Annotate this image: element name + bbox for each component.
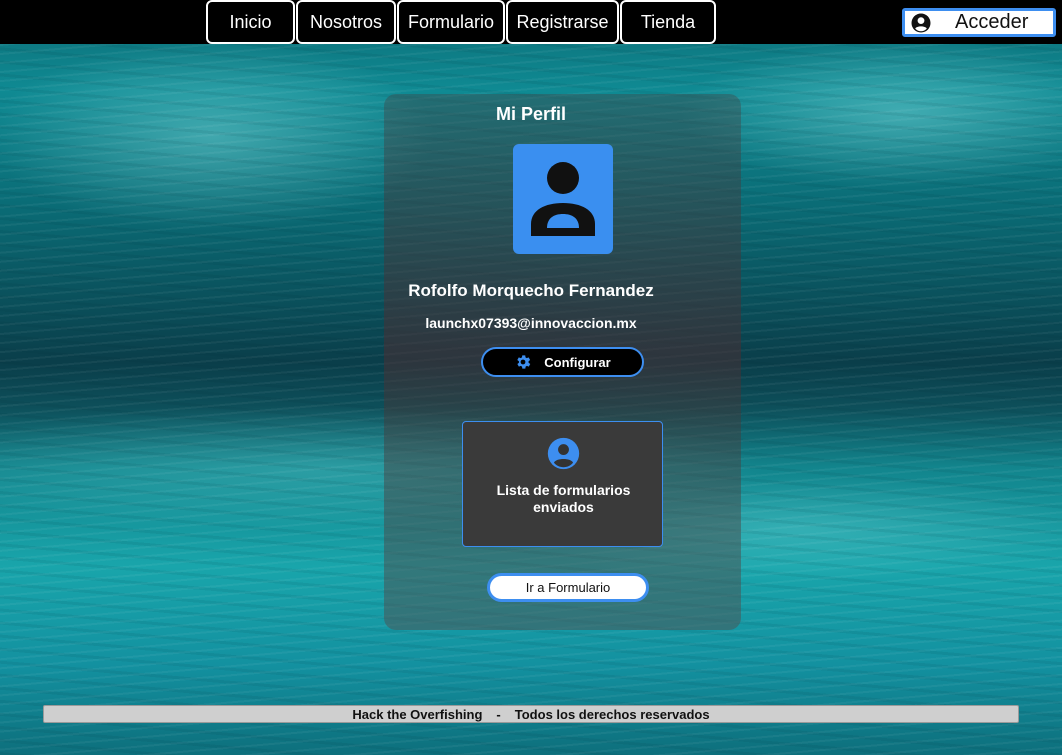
go-to-form-button[interactable]: Ir a Formulario — [487, 573, 649, 602]
footer-separator: - — [496, 706, 501, 722]
nav-nosotros-button[interactable]: Nosotros — [296, 0, 396, 44]
avatar — [513, 144, 613, 254]
login-label: Acceder — [955, 11, 1029, 33]
nav-tienda-button[interactable]: Tienda — [620, 0, 716, 44]
user-circle-icon — [911, 13, 931, 33]
footer-rights: Todos los derechos reservados — [514, 706, 710, 722]
submitted-forms-card[interactable]: Lista de formularios enviados — [462, 421, 663, 547]
gear-icon — [514, 353, 532, 371]
submitted-forms-label: Lista de formularios enviados — [496, 482, 631, 515]
user-name: Rofolfo Morquecho Fernandez — [408, 281, 654, 300]
nav-formulario-button[interactable]: Formulario — [397, 0, 505, 44]
user-email: launchx07393@innovaccion.mx — [425, 315, 637, 331]
nav-registrarse-button[interactable]: Registrarse — [506, 0, 619, 44]
user-avatar-icon — [528, 158, 598, 241]
login-button[interactable]: Acceder — [902, 8, 1056, 37]
configure-label: Configurar — [544, 354, 611, 370]
footer: Hack the Overfishing - Todos los derecho… — [43, 705, 1019, 723]
configure-button[interactable]: Configurar — [481, 347, 644, 377]
footer-brand: Hack the Overfishing — [352, 706, 483, 722]
nav-inicio-button[interactable]: Inicio — [206, 0, 295, 44]
user-circle-icon — [547, 437, 580, 470]
page-title: Mi Perfil — [495, 104, 566, 124]
top-nav-bar: Inicio Nosotros Formulario Registrarse T… — [0, 0, 1062, 44]
